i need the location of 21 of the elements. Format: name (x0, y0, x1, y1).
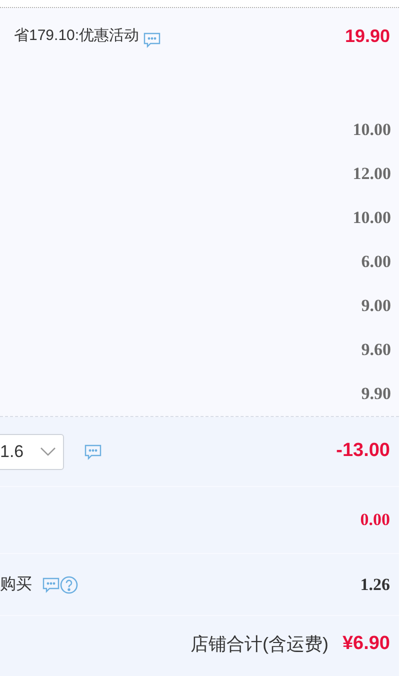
promotion-amount: 19.90 (344, 24, 390, 48)
item-price: 9.00 (361, 295, 391, 318)
item-price: 9.90 (361, 383, 391, 406)
item-price: 10.00 (352, 207, 391, 230)
coupon-amount: -13.00 (336, 439, 390, 464)
item-price: 12.00 (352, 163, 391, 186)
total-amount: ¥6.90 (342, 632, 390, 656)
item-price: 10.00 (352, 119, 391, 142)
item-price: 9.60 (361, 339, 391, 362)
comment-icon[interactable] (143, 32, 162, 48)
item-price: 6.00 (361, 251, 391, 274)
purchase-amount: 1.26 (360, 574, 390, 596)
chevron-down-icon (40, 446, 56, 456)
total-label: 店铺合计(含运费) (190, 632, 328, 656)
coupon-dropdown[interactable]: 1.6 (0, 434, 64, 470)
promotion-label: 省179.10:优惠活动 (14, 26, 140, 46)
comment-icon[interactable] (42, 576, 60, 592)
shipping-amount: 0.00 (360, 509, 390, 532)
help-icon[interactable] (60, 576, 78, 594)
comment-icon[interactable] (84, 444, 102, 460)
purchase-label: 购买 (0, 574, 32, 594)
